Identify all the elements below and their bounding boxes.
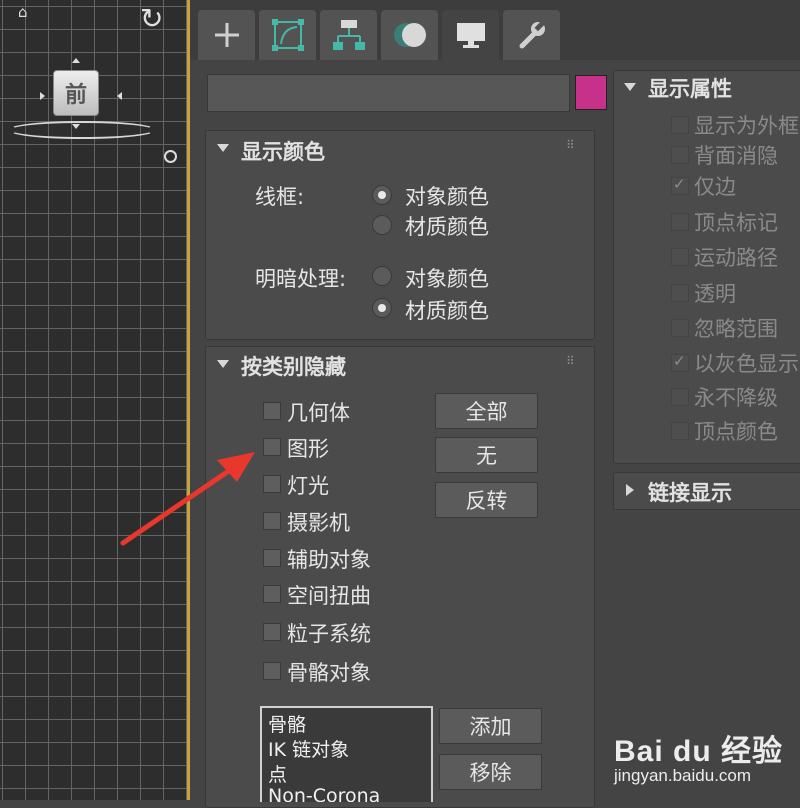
checkbox-particle-systems[interactable] bbox=[263, 623, 281, 641]
watermark-url: jingyan.baidu.com bbox=[614, 766, 752, 785]
checkbox-edges-only bbox=[671, 175, 689, 195]
category-label[interactable]: 空间扭曲 bbox=[287, 580, 371, 610]
shaded-object-color-radio[interactable] bbox=[372, 266, 392, 286]
monitor-icon bbox=[456, 23, 485, 48]
tab-display[interactable] bbox=[442, 10, 499, 60]
radio-label[interactable]: 材质颜色 bbox=[405, 211, 489, 241]
rotate-view-icon[interactable]: ↻ bbox=[140, 2, 180, 42]
wireframe-label: 线框: bbox=[255, 185, 305, 209]
property-label: 背面消隐 bbox=[694, 144, 778, 168]
category-label[interactable]: 几何体 bbox=[287, 397, 350, 427]
viewcube-front-face[interactable]: 前 bbox=[53, 70, 99, 116]
property-label: 以灰色显示 bbox=[694, 352, 799, 376]
object-name-field[interactable] bbox=[207, 74, 570, 112]
rollout-collapse-icon[interactable] bbox=[217, 360, 229, 368]
rollout-collapse-icon[interactable] bbox=[624, 83, 636, 91]
property-label: 顶点标记 bbox=[694, 211, 778, 235]
radio-label[interactable]: 对象颜色 bbox=[405, 181, 489, 211]
shaded-label: 明暗处理: bbox=[255, 267, 347, 291]
command-panel-tabs bbox=[190, 0, 800, 60]
checkbox-never-degrade bbox=[671, 388, 689, 406]
property-label: 顶点颜色 bbox=[694, 420, 778, 444]
grip-icon[interactable]: ⠿ bbox=[566, 138, 575, 152]
category-label[interactable]: 图形 bbox=[287, 433, 329, 463]
checkbox-bone-objects[interactable] bbox=[263, 662, 281, 680]
none-button[interactable]: 无 bbox=[435, 437, 538, 473]
category-label[interactable]: 灯光 bbox=[287, 470, 329, 500]
rollout-title[interactable]: 显示属性 bbox=[648, 73, 732, 103]
checkbox-show-frozen-in-gray bbox=[671, 352, 689, 372]
viewcube-menu-icon[interactable] bbox=[164, 150, 177, 163]
remove-button[interactable]: 移除 bbox=[439, 754, 542, 790]
viewcube-right-arrow-icon[interactable] bbox=[117, 92, 122, 100]
checkbox-lights[interactable] bbox=[263, 475, 281, 493]
tab-modify[interactable] bbox=[259, 10, 316, 60]
modify-curve-icon bbox=[271, 19, 304, 51]
viewcube-up-arrow-icon[interactable] bbox=[72, 58, 80, 63]
object-color-swatch[interactable] bbox=[575, 75, 607, 110]
checkbox-backface-cull bbox=[671, 146, 689, 164]
checkbox-geometry[interactable] bbox=[263, 402, 281, 420]
tab-create[interactable] bbox=[198, 10, 255, 60]
viewcube-down-arrow-icon[interactable] bbox=[72, 124, 80, 129]
viewcube-ring[interactable] bbox=[8, 121, 156, 139]
checkbox-vertex-ticks bbox=[671, 213, 689, 231]
property-label: 运动路径 bbox=[694, 246, 778, 270]
list-item[interactable]: Non-Corona bbox=[268, 785, 380, 802]
rollout-title[interactable]: 显示颜色 bbox=[241, 136, 325, 166]
annotation-arrow-icon bbox=[120, 452, 255, 546]
category-label[interactable]: 骨骼对象 bbox=[287, 657, 371, 687]
checkbox-cameras[interactable] bbox=[263, 512, 281, 530]
checkbox-helpers[interactable] bbox=[263, 549, 281, 567]
tab-hierarchy[interactable] bbox=[320, 10, 377, 60]
plus-icon bbox=[214, 23, 239, 47]
home-icon[interactable]: ⌂ bbox=[18, 4, 34, 20]
list-item[interactable]: IK 链对象 bbox=[268, 735, 349, 762]
tab-motion[interactable] bbox=[381, 10, 438, 60]
rollout-title[interactable]: 链接显示 bbox=[648, 477, 732, 507]
wrench-icon bbox=[519, 21, 545, 49]
property-label: 透明 bbox=[694, 282, 736, 306]
front-viewport[interactable] bbox=[0, 0, 187, 800]
watermark: Bai du 经验 jingyan.baidu.com bbox=[588, 706, 800, 800]
checkbox-shapes[interactable] bbox=[263, 438, 281, 456]
invert-button[interactable]: 反转 bbox=[435, 482, 538, 518]
list-item[interactable]: 骨骼 bbox=[268, 710, 306, 737]
wireframe-material-color-radio[interactable] bbox=[372, 215, 392, 235]
shaded-material-color-radio[interactable] bbox=[372, 298, 392, 318]
property-label: 仅边 bbox=[694, 175, 736, 199]
tab-utilities[interactable] bbox=[503, 10, 560, 60]
property-label: 永不降级 bbox=[694, 386, 778, 410]
category-label[interactable]: 粒子系统 bbox=[287, 618, 371, 648]
list-item[interactable]: 点 bbox=[268, 760, 287, 787]
rollout-collapse-icon[interactable] bbox=[217, 144, 229, 152]
checkbox-space-warps[interactable] bbox=[263, 585, 281, 603]
grip-icon[interactable]: ⠿ bbox=[566, 354, 575, 368]
radio-label[interactable]: 对象颜色 bbox=[405, 263, 489, 293]
checkbox-vertex-colors bbox=[671, 422, 689, 440]
hierarchy-icon bbox=[332, 20, 365, 50]
checkbox-see-through bbox=[671, 284, 689, 302]
all-button[interactable]: 全部 bbox=[435, 393, 538, 429]
rollout-expand-icon[interactable] bbox=[626, 484, 634, 496]
property-label: 显示为外框 bbox=[694, 114, 799, 138]
add-button[interactable]: 添加 bbox=[439, 708, 542, 744]
category-listbox[interactable]: 骨骼 IK 链对象 点 Non-Corona bbox=[260, 706, 433, 802]
wireframe-object-color-radio[interactable] bbox=[372, 185, 392, 205]
category-label[interactable]: 摄影机 bbox=[287, 507, 350, 537]
motion-circle-icon bbox=[393, 23, 426, 47]
rollout-title[interactable]: 按类别隐藏 bbox=[241, 351, 346, 381]
checkbox-display-as-box bbox=[671, 116, 689, 134]
viewcube-left-arrow-icon[interactable] bbox=[40, 92, 45, 100]
checkbox-ignore-extents bbox=[671, 319, 689, 337]
category-label[interactable]: 辅助对象 bbox=[287, 544, 371, 574]
radio-label[interactable]: 材质颜色 bbox=[405, 295, 489, 325]
watermark-logo: Bai du 经验 bbox=[614, 735, 784, 768]
property-label: 忽略范围 bbox=[694, 317, 778, 341]
checkbox-trajectory bbox=[671, 248, 689, 266]
